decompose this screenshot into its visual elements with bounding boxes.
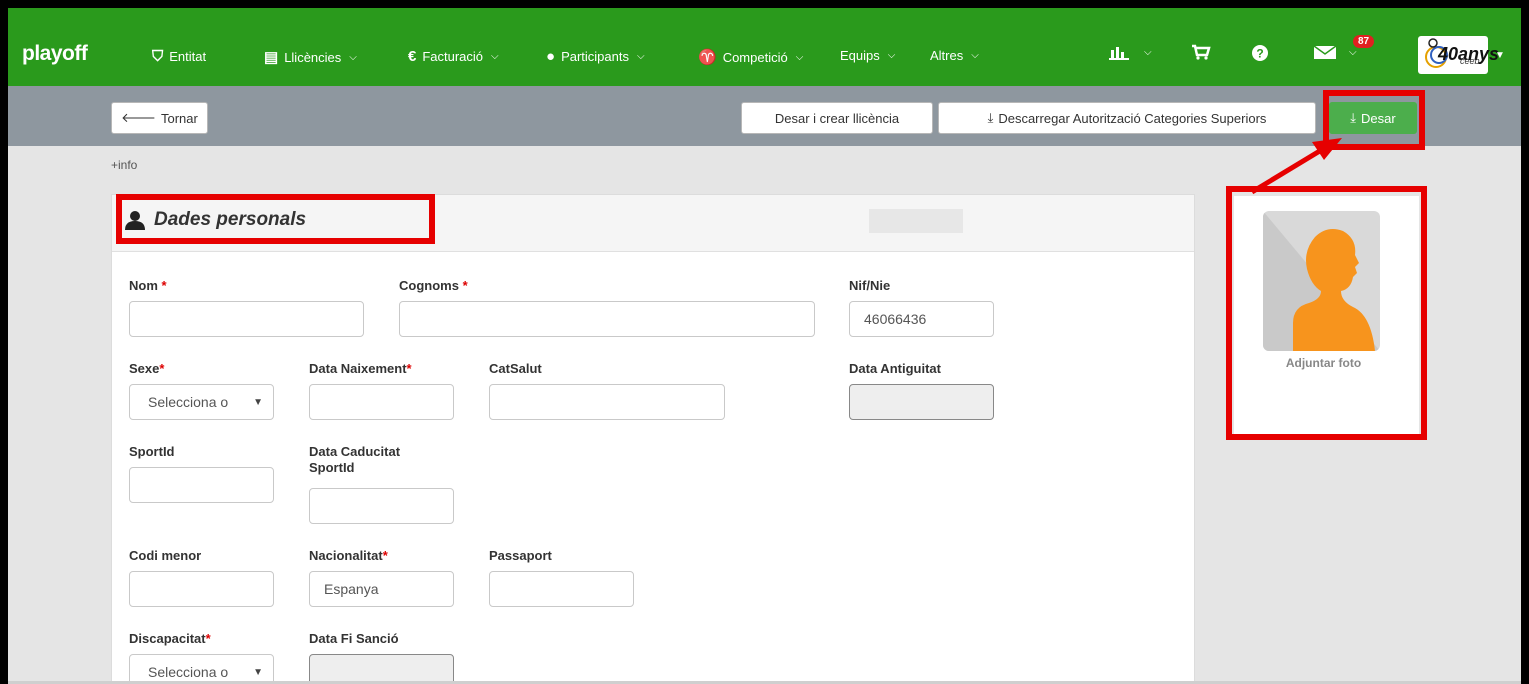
mail-badge: 87	[1353, 35, 1375, 48]
cart-icon	[1192, 44, 1211, 60]
personal-data-panel: Dades personals Nom * Cognoms * Nif/Nie …	[111, 194, 1195, 684]
user-icon	[125, 211, 145, 230]
chevron-down-icon: ⌵	[887, 50, 896, 61]
logo-sub: ceeb	[1460, 56, 1480, 66]
nav-item-equips[interactable]: Equips ⌵	[840, 48, 895, 63]
trophy-icon: ♈	[698, 49, 717, 66]
label-data-naixement: Data Naixement*	[309, 361, 412, 376]
help-icon: ?	[1252, 45, 1268, 61]
sportid-input[interactable]	[129, 467, 274, 503]
mail-button[interactable]: ⌵	[1313, 44, 1357, 60]
nav-label: Facturació	[422, 49, 484, 64]
nav-item-competicio[interactable]: ♈ Competició ⌵	[698, 48, 803, 66]
catsalut-input[interactable]	[489, 384, 725, 420]
data-fi-sancio-input	[309, 654, 454, 684]
panel-title: Dades personals	[124, 209, 306, 231]
chevron-down-icon: ⌵	[1349, 46, 1357, 58]
nav-label: Equips	[840, 48, 880, 63]
label-data-antiguitat: Data Antiguitat	[849, 361, 941, 376]
nav-label: Entitat	[169, 49, 207, 64]
data-caducitat-sportid-input[interactable]	[309, 488, 454, 524]
codi-menor-input[interactable]	[129, 571, 274, 607]
download-icon: ⤓	[1350, 110, 1357, 125]
entity-logo[interactable]: 40anys ceeb	[1418, 36, 1499, 74]
sexe-select[interactable]: Selecciona o ▼	[129, 384, 274, 420]
label-passaport: Passaport	[489, 548, 552, 563]
panel-header: Dades personals	[112, 195, 1194, 252]
save-create-license-button[interactable]: Desar i crear llicència	[741, 102, 933, 134]
label-catsalut: CatSalut	[489, 361, 542, 376]
nav-item-altres[interactable]: Altres ⌵	[930, 48, 979, 63]
brand-logo[interactable]: playoff	[22, 42, 88, 66]
download-authorization-button[interactable]: ⤓ Descarregar Autorització Categories Su…	[938, 102, 1316, 134]
bar-chart-icon	[1109, 47, 1129, 60]
chevron-down-icon: ⌵	[491, 51, 499, 62]
caret-down-icon: ▼	[253, 396, 263, 408]
nav-item-entitat[interactable]: ⛉ Entitat	[152, 48, 206, 65]
nav-label: Participants	[561, 49, 629, 64]
nav-item-facturacio[interactable]: € Facturació ⌵	[408, 48, 499, 65]
label-sportid: SportId	[129, 444, 175, 459]
chevron-down-icon: ⌵	[795, 51, 804, 63]
person-silhouette-icon	[1263, 211, 1380, 351]
nom-input[interactable]	[129, 301, 364, 337]
sexe-value: Selecciona o	[148, 394, 229, 410]
placeholder-box	[869, 209, 963, 233]
chevron-down-icon: ⌵	[971, 50, 979, 61]
app-window: playoff ⛉ Entitat ▤ Llicències ⌵ € Factu…	[8, 8, 1521, 684]
label-discapacitat: Discapacitat*	[129, 631, 211, 646]
label-data-fi-sancio: Data Fi Sanció	[309, 631, 399, 646]
nav-label: Llicències	[284, 49, 342, 65]
chevron-down-icon: ⌵	[636, 51, 645, 62]
nacionalitat-input[interactable]: Espanya	[309, 571, 454, 607]
discapacitat-value: Selecciona o	[148, 664, 229, 680]
download-icon: ⤓	[987, 110, 994, 125]
label-cognoms: Cognoms *	[399, 278, 468, 293]
label-data-caducitat-sportid: Data Caducitat SportId	[309, 444, 401, 475]
discapacitat-select[interactable]: Selecciona o ▼	[129, 654, 274, 684]
svg-text:?: ?	[1256, 47, 1263, 61]
shield-icon: ⛉	[152, 48, 164, 65]
attach-photo-label[interactable]: Adjuntar foto	[1266, 356, 1381, 370]
back-button[interactable]: 🡐 Tornar	[111, 102, 208, 134]
caret-down-icon[interactable]: ▼	[1495, 50, 1505, 61]
passaport-input[interactable]	[489, 571, 634, 607]
data-naixement-input[interactable]	[309, 384, 454, 420]
save-button[interactable]: ⤓ Desar	[1329, 102, 1417, 134]
nav-item-participants[interactable]: ● Participants ⌵	[546, 48, 645, 65]
data-antiguitat-input	[849, 384, 994, 420]
panel-title-text: Dades personals	[154, 209, 307, 230]
more-info-link[interactable]: +info	[111, 158, 137, 172]
back-label: Tornar	[161, 110, 198, 126]
download-label: Descarregar Autorització Categories Supe…	[998, 110, 1267, 126]
nav-label: Altres	[930, 48, 964, 63]
nif-input[interactable]: 46066436	[849, 301, 994, 337]
nav-label: Competició	[722, 49, 788, 65]
euro-icon: €	[408, 48, 417, 65]
label-nom: Nom *	[129, 278, 167, 293]
arrow-left-icon: 🡐	[121, 110, 156, 125]
caret-down-icon: ▼	[253, 666, 263, 678]
nav-item-llicencies[interactable]: ▤ Llicències ⌵	[264, 48, 357, 66]
user-icon: ●	[546, 48, 556, 65]
action-toolbar: 🡐 Tornar Desar i crear llicència ⤓ Desca…	[8, 86, 1521, 146]
id-card-icon: ▤	[264, 49, 279, 66]
avatar-upload[interactable]	[1263, 211, 1380, 351]
label-nif: Nif/Nie	[849, 278, 891, 293]
save-create-label: Desar i crear llicència	[774, 110, 900, 126]
chevron-down-icon: ⌵	[1144, 46, 1152, 58]
top-navbar: playoff ⛉ Entitat ▤ Llicències ⌵ € Factu…	[8, 8, 1521, 86]
help-button[interactable]: ?	[1251, 44, 1269, 62]
label-nacionalitat: Nacionalitat*	[309, 548, 388, 563]
stats-menu[interactable]: ⌵	[1108, 44, 1152, 60]
save-label: Desar	[1361, 110, 1396, 126]
label-sexe: Sexe*	[129, 361, 165, 376]
mail-icon	[1313, 45, 1337, 59]
cognoms-input[interactable]	[399, 301, 815, 337]
chevron-down-icon: ⌵	[349, 51, 357, 63]
cart-button[interactable]	[1191, 44, 1211, 60]
label-codi-menor: Codi menor	[129, 548, 202, 563]
